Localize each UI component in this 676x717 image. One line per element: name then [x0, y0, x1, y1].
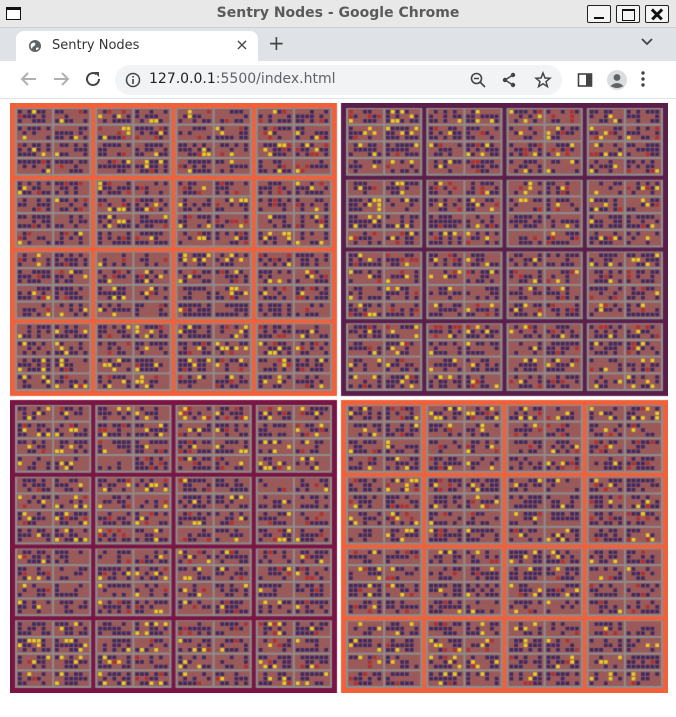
new-tab-button[interactable]: +	[268, 31, 285, 55]
side-panel-icon[interactable]	[577, 72, 593, 88]
tab-close-button[interactable]: ×	[232, 35, 252, 54]
share-icon[interactable]	[501, 72, 517, 88]
url-path: :5500/index.html	[215, 71, 336, 87]
close-window-button[interactable]	[645, 5, 669, 23]
bookmark-star-icon[interactable]	[534, 71, 552, 89]
reload-icon[interactable]	[84, 70, 102, 88]
tab-title: Sentry Nodes	[52, 38, 140, 53]
title-bar: Sentry Nodes - Google Chrome	[0, 0, 676, 28]
address-bar[interactable]: 127.0.0.1:5500/index.html	[115, 65, 562, 95]
tab-sentry-nodes[interactable]: Sentry Nodes ×	[16, 31, 258, 61]
kebab-menu-icon[interactable]	[640, 70, 646, 88]
forward-arrow-icon[interactable]	[52, 70, 70, 88]
page-viewport	[0, 99, 676, 717]
globe-icon	[29, 40, 41, 52]
tab-search-icon[interactable]	[640, 34, 654, 48]
url-text[interactable]: 127.0.0.1:5500/index.html	[149, 71, 336, 87]
window-title: Sentry Nodes - Google Chrome	[216, 5, 460, 21]
sentry-nodes-grid[interactable]	[10, 103, 668, 693]
back-arrow-icon[interactable]	[20, 70, 38, 88]
minimize-button[interactable]	[587, 5, 611, 23]
url-host: 127.0.0.1	[149, 71, 216, 87]
profile-icon[interactable]	[606, 69, 628, 91]
tab-strip: Sentry Nodes × +	[0, 28, 676, 61]
site-info-icon[interactable]	[125, 72, 141, 88]
maximize-button[interactable]	[616, 5, 640, 23]
browser-toolbar: 127.0.0.1:5500/index.html	[0, 61, 676, 99]
zoom-out-icon[interactable]	[470, 72, 486, 88]
